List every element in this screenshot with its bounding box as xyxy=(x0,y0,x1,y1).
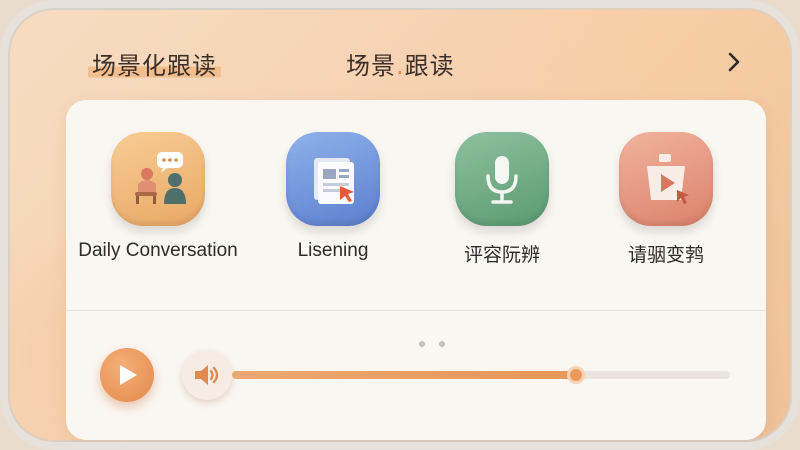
module-listening[interactable]: Lisening xyxy=(243,132,423,262)
page-dot xyxy=(439,341,445,347)
module-label: 请骃变鹁 xyxy=(627,245,704,266)
video-play-icon xyxy=(619,132,713,226)
divider xyxy=(66,310,766,311)
play-button[interactable] xyxy=(100,348,154,402)
page-dot xyxy=(419,341,425,347)
speaker-icon xyxy=(195,365,219,385)
module-label: Daily Conversation xyxy=(78,240,238,261)
module-grid: Daily Conversation Lisening 评容阮辨 请骃变鹁 xyxy=(66,100,766,300)
subtitle-part-a: 场景 xyxy=(346,52,396,80)
page-title: 场景化跟读 xyxy=(88,46,221,81)
audio-player xyxy=(66,348,766,408)
subtitle-part-b: 跟读 xyxy=(404,52,455,80)
chevron-right-icon[interactable] xyxy=(720,48,748,76)
header: 场景化跟读 场景.跟读 xyxy=(8,38,792,88)
volume-button[interactable] xyxy=(182,350,232,400)
module-pronunciation[interactable]: 评容阮辨 xyxy=(412,132,592,267)
module-daily-conversation[interactable]: Daily Conversation xyxy=(68,132,248,262)
module-video[interactable]: 请骃变鹁 xyxy=(576,132,756,267)
slider-handle[interactable] xyxy=(566,366,585,384)
progress-fill xyxy=(232,371,576,379)
header-subtitle: 场景.跟读 xyxy=(346,46,455,81)
subtitle-dot: . xyxy=(396,52,405,80)
progress-slider[interactable] xyxy=(232,366,730,384)
module-label: Lisening xyxy=(297,240,369,261)
play-icon xyxy=(120,365,137,385)
home-indicator xyxy=(436,444,556,449)
content-card: Daily Conversation Lisening 评容阮辨 请骃变鹁 xyxy=(66,100,766,440)
microphone-icon xyxy=(455,132,549,226)
module-label: 评容阮辨 xyxy=(463,245,540,266)
page-indicator[interactable] xyxy=(419,341,445,347)
document-cursor-icon xyxy=(286,132,380,226)
conversation-icon xyxy=(111,132,205,226)
phone-frame: 场景化跟读 场景.跟读 Daily Conversation Lisening … xyxy=(0,0,800,450)
